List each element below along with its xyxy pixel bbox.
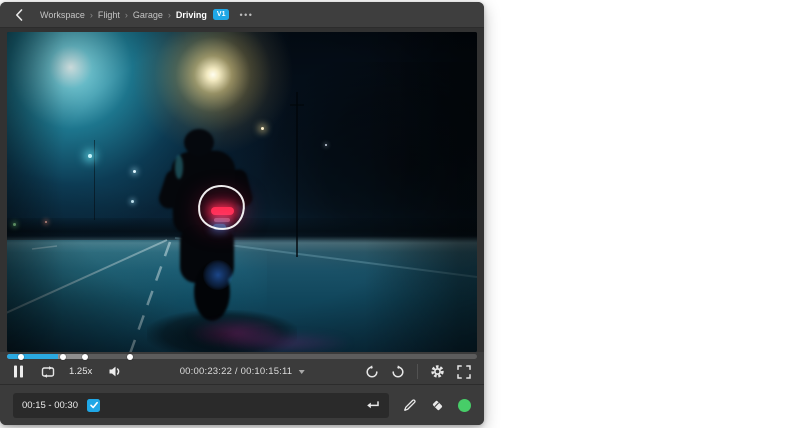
- return-icon: [366, 399, 380, 411]
- playback-controls: 1.25x 00:00:23:22 / 00:10:15:11: [0, 359, 484, 384]
- comment-bar: 00:15 - 00:30: [0, 384, 484, 425]
- version-badge[interactable]: V1: [213, 9, 230, 20]
- breadcrumb-item-flight[interactable]: Flight: [98, 10, 120, 20]
- breadcrumb-separator: ›: [168, 10, 171, 20]
- back-button[interactable]: [12, 8, 26, 22]
- draw-pen-button[interactable]: [402, 398, 417, 413]
- breadcrumb: Workspace › Flight › Garage › Driving V1…: [0, 2, 484, 28]
- video-canvas[interactable]: [7, 32, 477, 352]
- scene-vignette: [7, 32, 477, 352]
- player-area: 1.25x 00:00:23:22 / 00:10:15:11: [0, 28, 484, 384]
- rotate-ccw-icon: [365, 365, 379, 379]
- right-controls: [365, 364, 471, 379]
- loop-button[interactable]: [40, 365, 56, 379]
- eraser-icon: [430, 398, 445, 413]
- breadcrumb-item-garage[interactable]: Garage: [133, 10, 163, 20]
- breadcrumb-item-workspace[interactable]: Workspace: [40, 10, 85, 20]
- rotate-cw-icon: [391, 365, 405, 379]
- submit-comment-button[interactable]: [366, 399, 380, 411]
- loop-icon: [40, 365, 56, 379]
- annotation-tools: [402, 398, 471, 413]
- playback-speed-button[interactable]: 1.25x: [69, 366, 92, 377]
- timecode-display: 00:00:23:22 / 00:10:15:11: [180, 366, 293, 377]
- range-checkbox[interactable]: [87, 399, 100, 412]
- comment-input[interactable]: 00:15 - 00:30: [13, 393, 389, 418]
- eraser-button[interactable]: [430, 398, 445, 413]
- settings-button[interactable]: [430, 364, 445, 379]
- pause-icon: [13, 365, 24, 378]
- status-dot[interactable]: [458, 399, 471, 412]
- timecode-dropdown[interactable]: 00:00:23:22 / 00:10:15:11: [180, 366, 305, 377]
- time-range-chip: 00:15 - 00:30: [22, 400, 78, 411]
- breadcrumb-current-driving[interactable]: Driving: [176, 10, 207, 20]
- fullscreen-button[interactable]: [457, 365, 471, 379]
- breadcrumb-separator: ›: [90, 10, 93, 20]
- fullscreen-icon: [457, 365, 471, 379]
- volume-icon: [108, 365, 122, 378]
- rotate-cw-button[interactable]: [391, 365, 405, 379]
- controls-divider: [417, 364, 418, 379]
- back-chevron-icon: [15, 9, 23, 21]
- more-options-icon[interactable]: •••: [239, 10, 253, 20]
- volume-button[interactable]: [108, 365, 122, 378]
- check-icon: [89, 400, 99, 410]
- breadcrumb-separator: ›: [125, 10, 128, 20]
- rotate-ccw-button[interactable]: [365, 365, 379, 379]
- pause-button[interactable]: [13, 365, 24, 378]
- pen-icon: [402, 398, 417, 413]
- gear-icon: [430, 364, 445, 379]
- timecode-dropdown-caret: [298, 370, 304, 374]
- video-review-window: Workspace › Flight › Garage › Driving V1…: [0, 2, 484, 425]
